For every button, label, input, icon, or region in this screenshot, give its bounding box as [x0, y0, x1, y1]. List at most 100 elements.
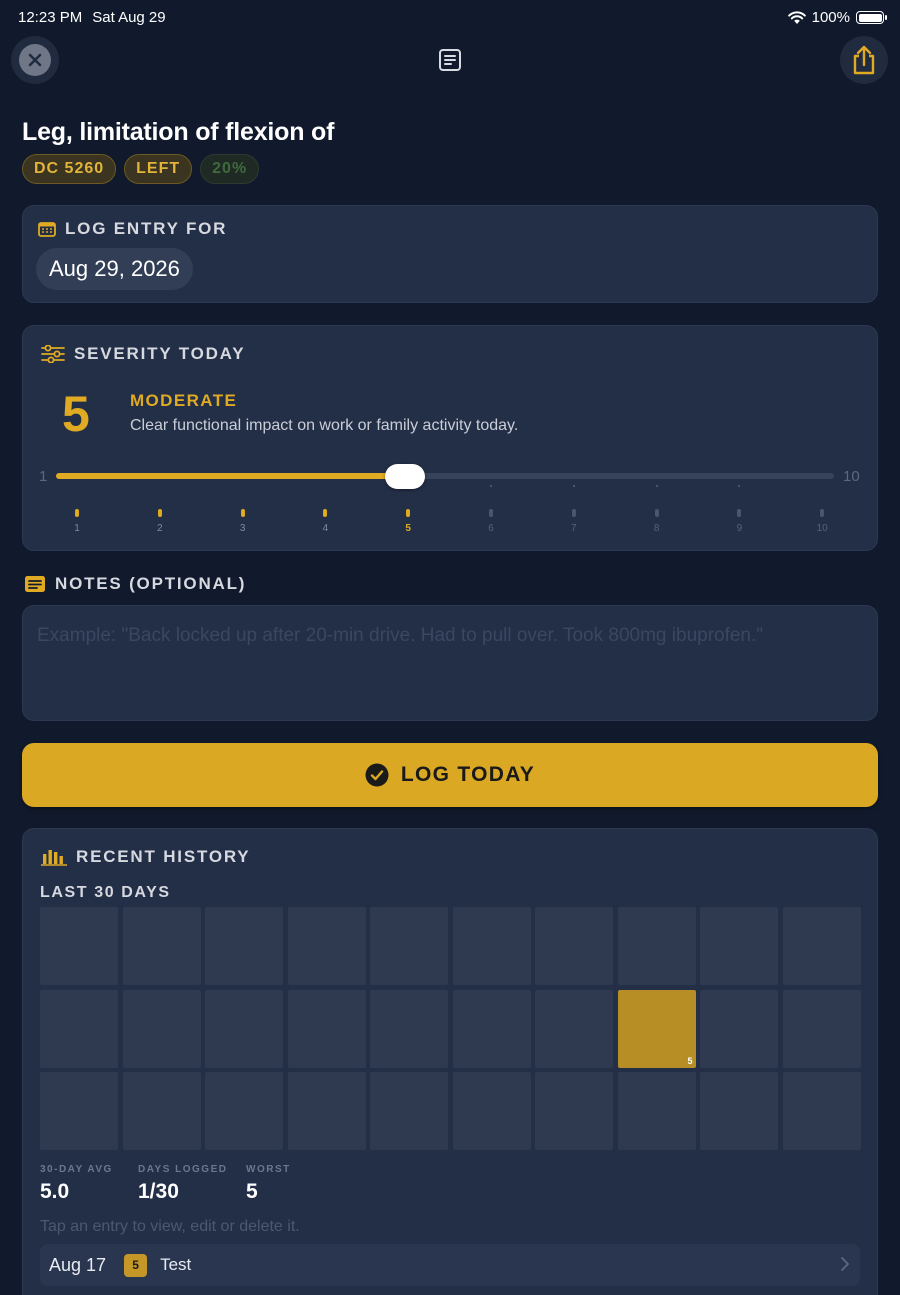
wifi-icon	[787, 10, 806, 24]
history-cell[interactable]	[40, 907, 118, 985]
stat-worst-label: WORST	[246, 1164, 291, 1175]
severity-slider-thumb[interactable]	[385, 464, 425, 489]
history-cell[interactable]	[40, 989, 118, 1068]
history-entry-row[interactable]: Aug 17 5 Test	[40, 1244, 860, 1286]
history-cell-value: 5	[687, 1055, 693, 1066]
tick-mark	[323, 509, 328, 517]
stat-avg-value: 5.0	[40, 1180, 70, 1203]
condition-badges: DC 5260 LEFT 20%	[22, 154, 260, 184]
checkmark-circle-icon	[365, 763, 389, 787]
sliders-icon	[41, 345, 65, 363]
xmark-circle-icon	[19, 44, 51, 76]
status-bar-left: 12:23 PM Sat Aug 29	[18, 9, 176, 26]
tick-label: 4	[322, 523, 329, 534]
history-cell[interactable]	[205, 907, 283, 985]
history-cell[interactable]	[370, 989, 448, 1068]
square-and-arrow-up-icon	[853, 45, 875, 75]
log-today-button[interactable]: LOG TODAY	[22, 743, 878, 807]
range-label: LAST 30 DAYS	[40, 884, 171, 901]
notes-heading-label: NOTES (OPTIONAL)	[55, 574, 247, 593]
entry-date: Aug 17	[49, 1254, 107, 1275]
notes-textarea[interactable]	[22, 605, 878, 721]
stat-days-label: DAYS LOGGED	[138, 1164, 228, 1175]
status-date: Sat Aug 29	[92, 9, 166, 26]
history-cell[interactable]	[287, 989, 366, 1068]
tick-mark	[240, 509, 245, 517]
tick-mark	[571, 509, 576, 517]
note-text-icon[interactable]	[437, 48, 463, 77]
side-badge: LEFT	[124, 154, 193, 184]
history-cell[interactable]	[122, 989, 201, 1068]
severity-heading-label: SEVERITY TODAY	[74, 344, 246, 363]
history-cell[interactable]	[535, 1072, 613, 1150]
severity-heading: SEVERITY TODAY	[41, 344, 245, 364]
status-time: 12:23 PM	[18, 9, 83, 26]
tap-hint: Tap an entry to view, edit or delete it.	[40, 1218, 300, 1235]
history-cell[interactable]	[617, 1072, 696, 1150]
history-cell[interactable]	[535, 907, 613, 985]
tick-mark	[489, 509, 493, 517]
calendar-icon	[38, 222, 56, 237]
history-heading-label: RECENT HISTORY	[76, 847, 251, 866]
log-entry-heading: LOG ENTRY FOR	[38, 219, 227, 239]
tick-label: 3	[239, 523, 246, 534]
stat-days-value: 1/30	[138, 1180, 179, 1203]
history-cell[interactable]	[782, 1072, 861, 1150]
tick-mark	[157, 509, 162, 517]
slider-min-label: 1	[39, 468, 48, 485]
history-cell[interactable]	[287, 907, 366, 985]
page-title: Leg, limitation of flexion of	[22, 118, 335, 146]
close-button[interactable]	[11, 36, 59, 84]
history-cell[interactable]	[700, 989, 778, 1068]
history-cell[interactable]	[287, 1072, 366, 1150]
severity-description: Clear functional impact on work or famil…	[130, 417, 519, 434]
track-dot	[572, 485, 575, 487]
tick-mark	[654, 509, 659, 517]
status-bar-right: 100%	[787, 9, 887, 26]
history-cell[interactable]	[205, 989, 283, 1068]
history-cell[interactable]	[122, 1072, 201, 1150]
tick-label: 7	[571, 523, 577, 534]
history-cell[interactable]	[700, 1072, 778, 1150]
share-button[interactable]	[840, 36, 888, 84]
history-cell[interactable]	[370, 1072, 448, 1150]
tick-label: 9	[736, 523, 743, 534]
history-cell[interactable]	[122, 907, 201, 985]
history-cell[interactable]	[782, 989, 861, 1068]
entry-note: Test	[160, 1255, 192, 1274]
history-cell[interactable]	[40, 1072, 118, 1150]
severity-level: MODERATE	[130, 391, 238, 410]
tick-mark	[737, 509, 742, 517]
diagnostic-code-badge: DC 5260	[22, 154, 117, 184]
history-cell[interactable]	[452, 907, 531, 985]
history-cell[interactable]	[617, 907, 696, 985]
history-cell[interactable]	[535, 989, 613, 1068]
history-cell[interactable]	[452, 989, 531, 1068]
chevron-right-icon	[841, 1257, 849, 1271]
track-dot	[738, 485, 741, 487]
battery-icon	[856, 11, 887, 24]
history-cell[interactable]	[452, 1072, 531, 1150]
history-cell[interactable]	[205, 1072, 283, 1150]
severity-value: 5	[62, 386, 90, 442]
history-cell[interactable]	[782, 907, 861, 985]
tick-label: 2	[157, 523, 163, 534]
tick-mark	[75, 509, 79, 517]
stat-avg-label: 30-DAY AVG	[40, 1164, 113, 1175]
severity-slider-fill	[56, 473, 405, 479]
history-cell[interactable]	[370, 907, 448, 985]
tick-label: 8	[653, 523, 660, 534]
rating-badge: 20%	[200, 154, 260, 184]
log-date-picker[interactable]: Aug 29, 2026	[36, 248, 193, 290]
history-cell[interactable]	[700, 907, 778, 985]
battery-percent: 100%	[811, 9, 850, 26]
tick-label: 6	[488, 523, 494, 534]
tick-label: 5	[405, 523, 411, 534]
history-cell-logged[interactable]: 5	[617, 989, 696, 1068]
track-dot	[655, 485, 658, 487]
log-entry-heading-label: LOG ENTRY FOR	[65, 219, 228, 238]
tick-mark	[406, 509, 411, 517]
note-icon	[25, 576, 45, 592]
notes-heading: NOTES (OPTIONAL)	[24, 574, 246, 594]
track-dot	[490, 485, 492, 487]
